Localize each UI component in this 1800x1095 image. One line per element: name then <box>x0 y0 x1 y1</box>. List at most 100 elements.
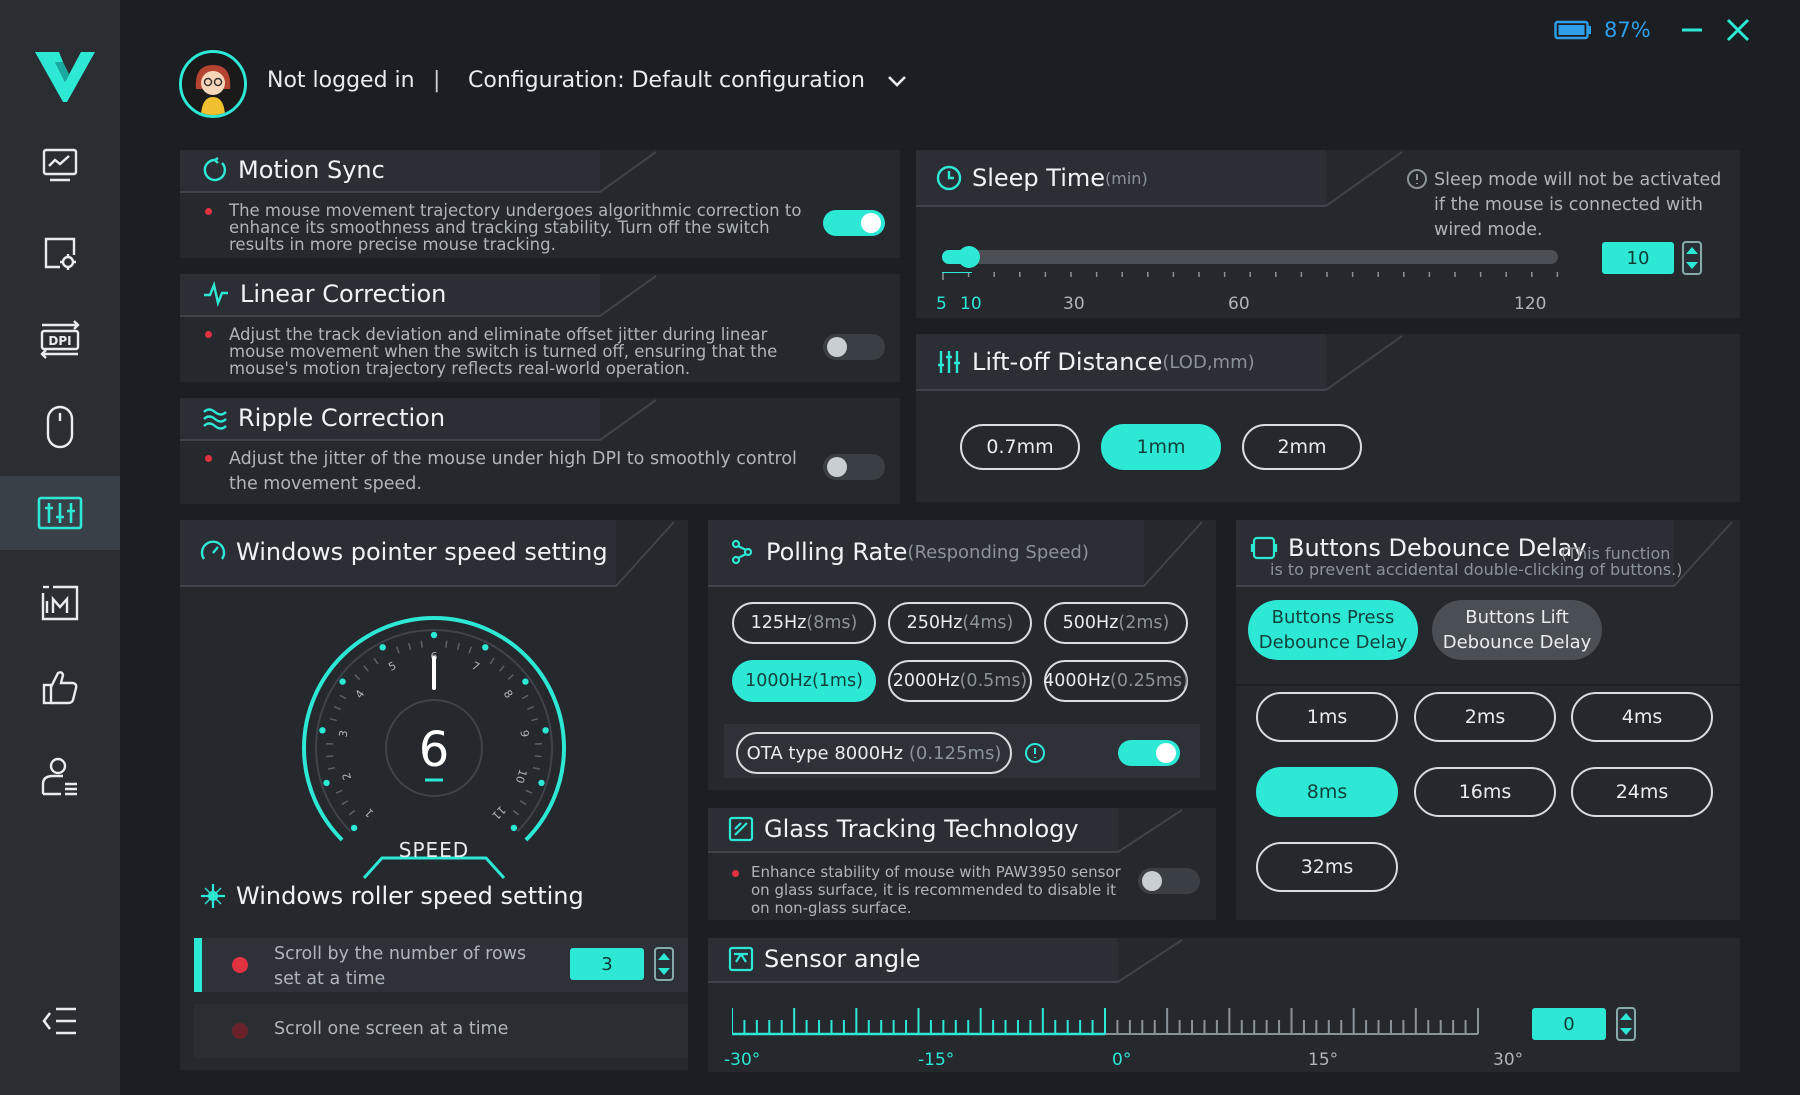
gauge-minor-tick <box>489 657 495 665</box>
debounce-option-4ms[interactable]: 4ms <box>1571 692 1713 742</box>
motion-sync-panel: Motion Sync The mouse movement trajector… <box>180 150 900 258</box>
ripple-correction-title: Ripple Correction <box>238 404 446 432</box>
debounce-icon <box>1250 536 1278 560</box>
gauge-minor-tick <box>507 674 514 680</box>
close-button[interactable] <box>1724 16 1752 44</box>
gauge-dot <box>542 727 549 734</box>
gauge-tick-label: 5 <box>386 659 398 674</box>
scroll-rows-option[interactable]: Scroll by the number of rows set at a ti… <box>194 938 688 992</box>
angle-label-minus30: -30° <box>724 1050 761 1070</box>
lod-option-1mm[interactable]: 1mm <box>1101 424 1221 470</box>
polling-option-250hz[interactable]: 250Hz (4ms) <box>888 602 1032 644</box>
lod-option-2mm[interactable]: 2mm <box>1242 424 1362 470</box>
sleep-time-slider[interactable] <box>942 250 1558 264</box>
sidebar-collapse-button[interactable] <box>0 984 120 1058</box>
radio-unselected[interactable] <box>232 1023 248 1039</box>
debounce-option-24ms[interactable]: 24ms <box>1571 767 1713 817</box>
gauge-minor-tick <box>335 789 343 794</box>
motion-sync-description: The mouse movement trajectory undergoes … <box>229 201 802 254</box>
sleep-time-panel: Sleep Time (min) Sleep mode will not be a… <box>916 150 1740 318</box>
tab-lift-debounce[interactable]: Buttons Lift Debounce Delay <box>1432 600 1602 660</box>
debounce-title: Buttons Debounce Delay <box>1288 534 1587 562</box>
gauge-minor-tick <box>499 665 505 672</box>
sensor-angle-input[interactable]: 0 <box>1532 1008 1606 1040</box>
avatar[interactable] <box>179 50 247 118</box>
gauge-minor-tick <box>534 755 542 758</box>
gauge-minor-tick <box>531 717 539 722</box>
minimize-button[interactable] <box>1678 16 1706 44</box>
polling-option-2000hz[interactable]: 2000Hz (0.5ms) <box>888 660 1032 702</box>
gauge-minor-tick <box>527 705 535 711</box>
ripple-correction-toggle[interactable] <box>823 454 885 480</box>
polling-option-500hz[interactable]: 500Hz (2ms) <box>1044 602 1188 644</box>
polling-rate-panel: Polling Rate (Responding Speed) 125Hz (8ms… <box>708 520 1216 790</box>
sleep-time-unit: (min) <box>1105 168 1148 188</box>
alert-dot <box>205 208 212 215</box>
alert-dot <box>205 455 212 462</box>
sidebar-item-recommend[interactable] <box>0 650 120 724</box>
brand-logo <box>33 48 97 106</box>
gauge-tick-label: 1 <box>362 806 376 820</box>
scroll-screen-label: Scroll one screen at a time <box>274 1019 509 1039</box>
sensor-angle-stepper[interactable] <box>1616 1007 1636 1041</box>
polling-option-1000hz[interactable]: 1000Hz (1ms) <box>732 660 876 702</box>
sidebar-item-performance[interactable] <box>0 128 120 202</box>
debounce-option-32ms[interactable]: 32ms <box>1256 842 1398 892</box>
gauge-minor-tick <box>333 705 341 711</box>
linear-correction-toggle[interactable] <box>823 334 885 360</box>
scroll-rows-input[interactable]: 3 <box>570 948 644 980</box>
sidebar-item-mouse[interactable] <box>0 390 120 464</box>
sidebar-item-macro[interactable] <box>0 566 120 640</box>
scroll-screen-option[interactable]: Scroll one screen at a time <box>194 1004 688 1058</box>
close-icon <box>1726 18 1750 42</box>
polling-rate-title: Polling Rate <box>766 538 908 566</box>
debounce-option-16ms[interactable]: 16ms <box>1414 767 1556 817</box>
lift-off-panel: Lift-off Distance (LOD,mm) 0.7mm 1mm 2mm <box>916 334 1740 502</box>
gauge-minor-tick <box>525 789 533 794</box>
sidebar-item-screen[interactable] <box>0 216 120 290</box>
sleep-time-stepper[interactable] <box>1682 241 1702 275</box>
gauge-dot <box>319 727 326 734</box>
motion-sync-toggle[interactable] <box>823 210 885 236</box>
sensor-angle-icon <box>728 946 754 972</box>
debounce-option-8ms[interactable]: 8ms <box>1256 767 1398 817</box>
ota-toggle[interactable] <box>1118 740 1180 766</box>
pointer-speed-title: Windows pointer speed setting <box>236 538 608 566</box>
polling-icon <box>731 539 753 565</box>
ripple-correction-panel: Ripple Correction Adjust the jitter of t… <box>180 398 900 504</box>
gauge-minor-tick <box>395 646 400 654</box>
glass-tracking-toggle[interactable] <box>1138 868 1200 894</box>
radio-selected[interactable] <box>232 957 248 973</box>
configuration-label: Configuration: Default configuration <box>468 68 865 93</box>
angle-label-30: 30° <box>1493 1050 1524 1070</box>
debounce-option-1ms[interactable]: 1ms <box>1256 692 1398 742</box>
debounce-option-2ms[interactable]: 2ms <box>1414 692 1556 742</box>
scroll-rows-stepper[interactable] <box>654 947 674 981</box>
angle-label-15: 15° <box>1308 1050 1339 1070</box>
tab-press-debounce[interactable]: Buttons Press Debounce Delay <box>1248 600 1418 660</box>
user-status[interactable]: Not logged in <box>267 68 415 93</box>
polling-rate-subtitle: (Responding Speed) <box>907 541 1089 563</box>
sidebar-item-dpi[interactable]: DPI <box>0 302 120 376</box>
sidebar-item-user[interactable] <box>0 740 120 814</box>
ota-info-icon[interactable] <box>1024 742 1046 764</box>
sleep-time-title: Sleep Time <box>972 164 1106 192</box>
sidebar-item-equalizer[interactable] <box>0 476 120 550</box>
gauge-minor-tick <box>339 694 347 700</box>
configuration-dropdown[interactable]: Configuration: Default configuration <box>468 68 907 93</box>
ota-8000hz-option[interactable]: OTA type 8000Hz (0.125ms) <box>736 732 1012 774</box>
polling-option-125hz[interactable]: 125Hz (8ms) <box>732 602 876 644</box>
sleep-time-slider-handle[interactable] <box>958 246 980 268</box>
sleep-time-value-input[interactable]: 10 <box>1602 242 1674 274</box>
gauge-minor-tick <box>420 640 423 648</box>
collapse-menu-icon <box>42 1007 76 1035</box>
gauge-tick-label: 9 <box>517 729 531 738</box>
angle-label-0: 0° <box>1112 1050 1132 1070</box>
gauge-minor-tick <box>519 800 527 806</box>
polling-option-4000hz[interactable]: 4000Hz (0.25ms) <box>1043 660 1189 702</box>
macro-icon <box>41 585 79 621</box>
sensor-angle-ruler[interactable] <box>732 1004 1502 1048</box>
screen-settings-icon <box>44 237 76 270</box>
lod-option-0-7mm[interactable]: 0.7mm <box>960 424 1080 470</box>
linear-correction-icon <box>204 281 228 307</box>
